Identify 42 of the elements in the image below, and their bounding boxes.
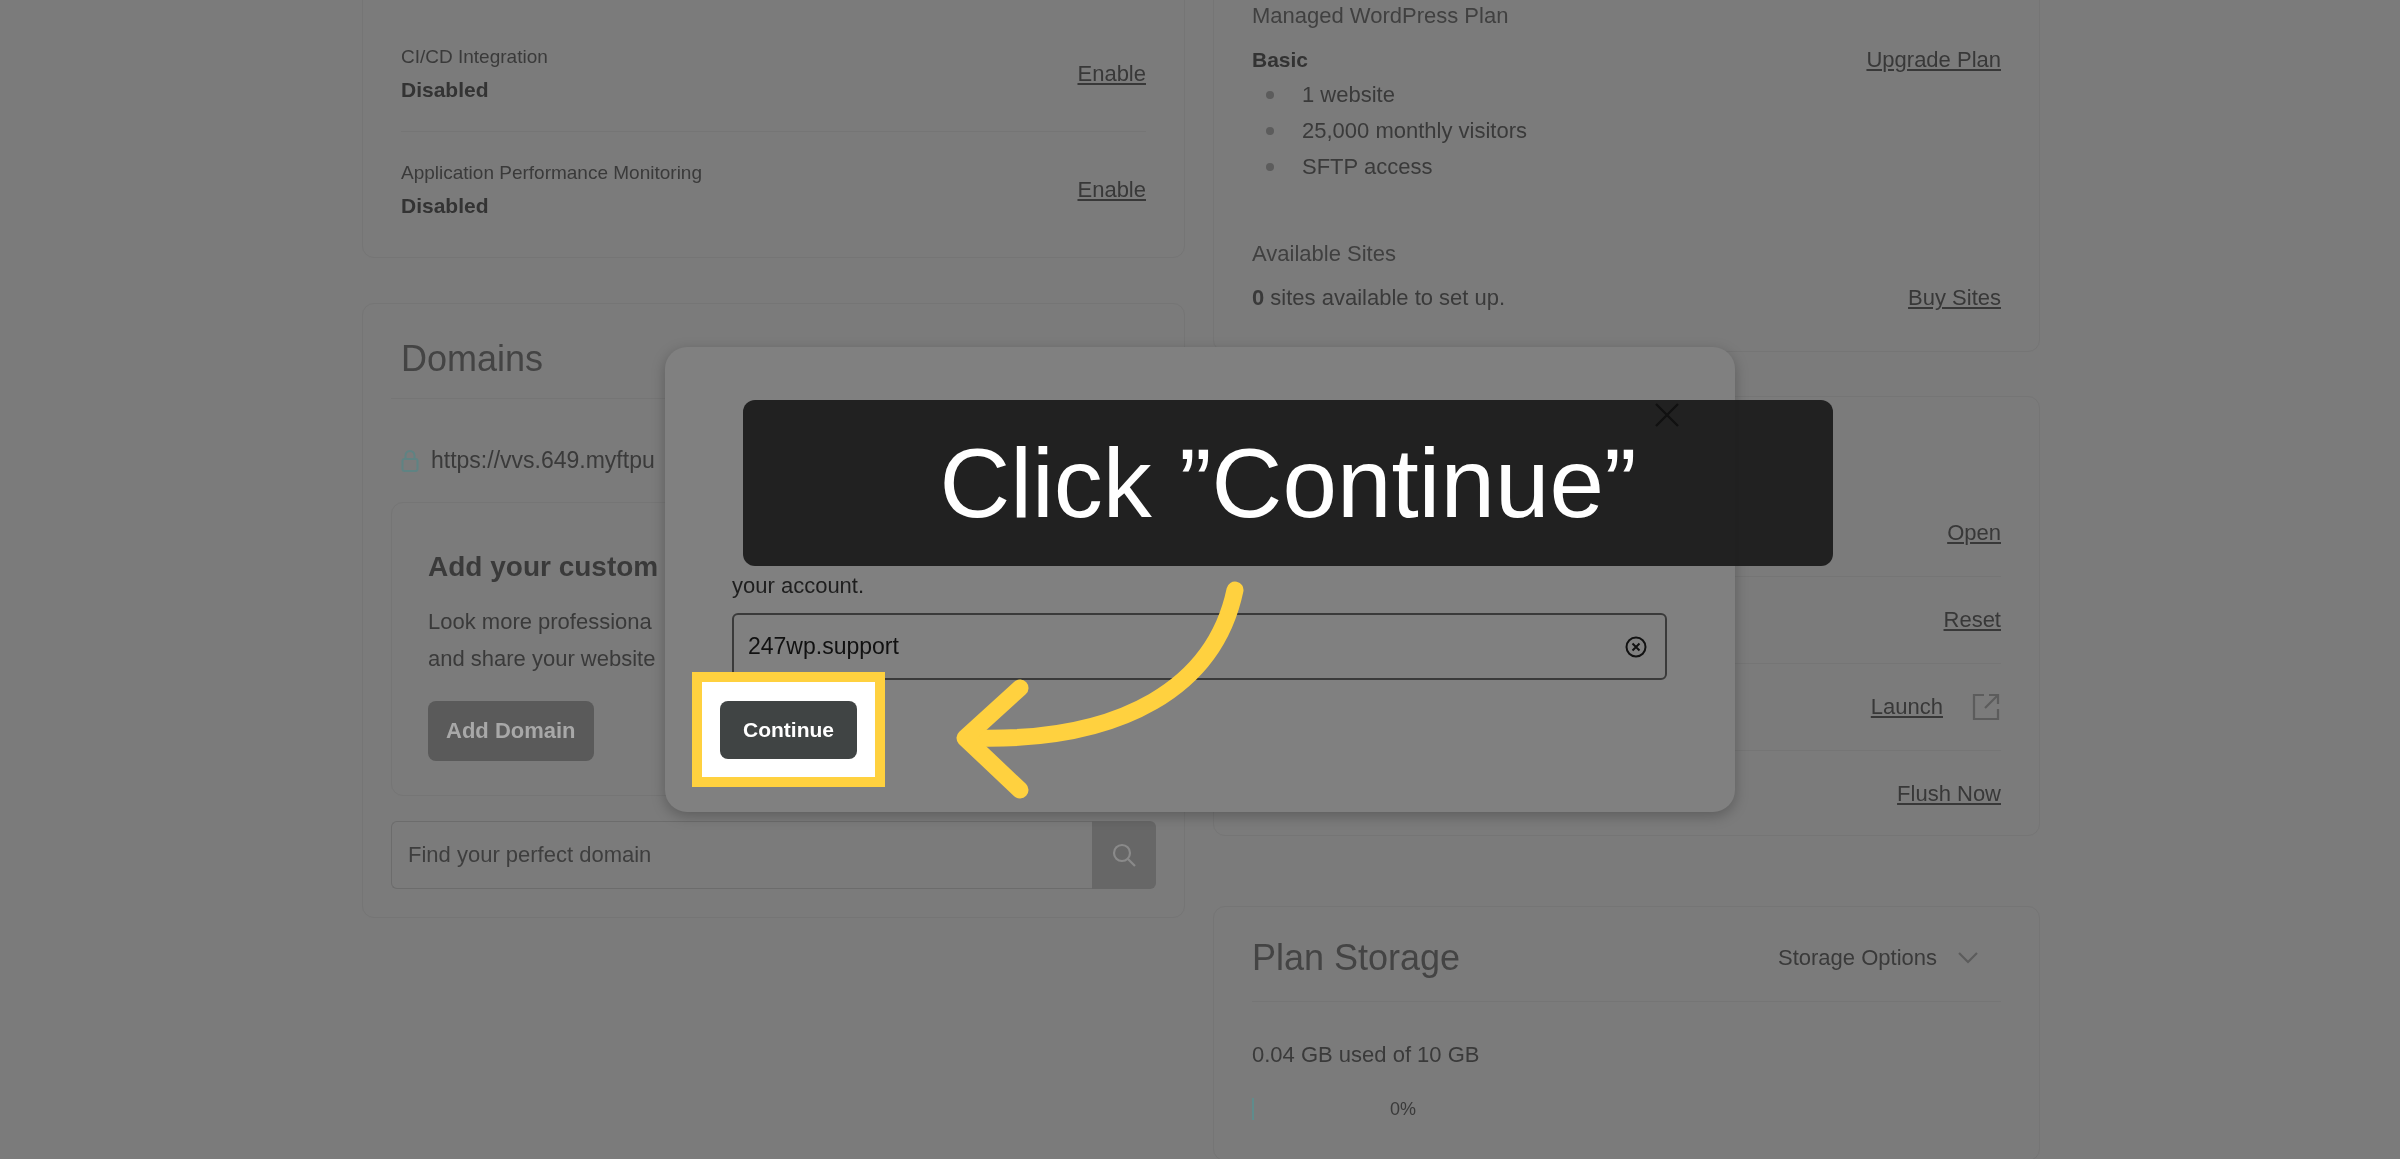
enable-link[interactable]: Enable xyxy=(1077,176,1146,203)
continue-button[interactable]: Continue xyxy=(720,700,857,759)
plan-name: Basic xyxy=(1252,48,1309,72)
tool-link[interactable]: Reset xyxy=(1943,607,2001,633)
card-text: and share your website xyxy=(428,645,656,673)
search-button[interactable] xyxy=(1092,821,1156,889)
section-title: Domains xyxy=(401,338,544,380)
tool-link[interactable]: Launch xyxy=(1870,694,1943,720)
section-title: Plan Storage xyxy=(1252,937,1461,979)
bullet-icon xyxy=(1266,127,1274,135)
card-title: Add your custom xyxy=(428,551,659,583)
storage-percent: 0% xyxy=(1390,1098,1416,1120)
available-label: Available Sites xyxy=(1252,241,1397,267)
dialog-text: your account. xyxy=(732,573,865,599)
setting-status: Disabled xyxy=(401,193,490,218)
storage-options-dropdown[interactable]: Storage Options xyxy=(1778,945,1979,971)
external-link-icon[interactable] xyxy=(1971,692,2001,722)
setting-status: Disabled xyxy=(401,77,490,102)
lock-icon xyxy=(401,448,419,473)
plan-feature: 1 website xyxy=(1302,82,1395,108)
clear-icon[interactable] xyxy=(1625,635,1647,658)
tutorial-caption: Click ”Continue” xyxy=(743,400,1833,566)
plan-feature: SFTP access xyxy=(1302,154,1433,180)
enable-link[interactable]: Enable xyxy=(1077,60,1146,87)
domain-search-field[interactable]: Find your perfect domain xyxy=(391,821,1092,889)
plan-feature: 25,000 monthly visitors xyxy=(1302,118,1527,144)
bullet-icon xyxy=(1266,163,1274,171)
chevron-icon[interactable] xyxy=(1957,951,1979,965)
available-sites-text: 0 sites available to set up. xyxy=(1252,285,1506,311)
storage-usage: 0.04 GB used of 10 GB xyxy=(1252,1042,1481,1068)
card-text: Look more professiona xyxy=(428,608,652,636)
search-icon[interactable] xyxy=(1111,842,1137,868)
add-domain-button[interactable]: Add Domain xyxy=(428,701,594,761)
tool-link[interactable]: Open xyxy=(1947,520,2001,546)
bullet-icon xyxy=(1266,91,1274,99)
setting-label: Application Performance Monitoring xyxy=(401,161,702,184)
upgrade-link[interactable]: Upgrade Plan xyxy=(1866,47,2001,73)
buy-sites-link[interactable]: Buy Sites xyxy=(1908,285,2001,311)
site-url: https://vvs.649.myftpu xyxy=(431,447,655,474)
tool-link[interactable]: Flush Now xyxy=(1897,781,2001,807)
setting-label: CI/CD Integration xyxy=(401,45,548,68)
plan-label: Managed WordPress Plan xyxy=(1252,3,1510,29)
